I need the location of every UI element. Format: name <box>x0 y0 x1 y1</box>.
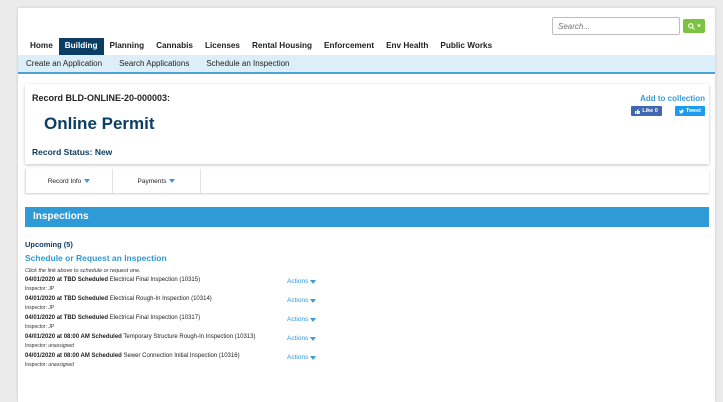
thumbs-up-icon <box>635 108 641 114</box>
caret-down-icon <box>310 336 317 341</box>
sub-nav-search-applications[interactable]: Search Applications <box>119 59 189 68</box>
list-item: 04/01/2020 at 08:00 AM Scheduled Tempora… <box>25 332 425 351</box>
actions-dropdown[interactable]: Actions <box>287 278 317 285</box>
main-nav: Home Building Planning Cannabis Licenses… <box>24 38 498 55</box>
inspector-value: JP <box>48 286 55 292</box>
inspection-when: 04/01/2020 at 08:00 AM Scheduled <box>25 353 122 359</box>
list-item: 04/01/2020 at 08:00 AM Scheduled Sewer C… <box>25 351 425 370</box>
actions-dropdown[interactable]: Actions <box>287 335 317 342</box>
sub-nav: Create an Application Search Application… <box>18 55 715 74</box>
tweet-button[interactable]: Tweet <box>674 106 705 116</box>
inspection-inspector: Inspector: unassigned <box>25 343 74 349</box>
list-item: 04/01/2020 at TBD Scheduled Electrical R… <box>25 294 425 313</box>
inspection-summary: 04/01/2020 at 08:00 AM Scheduled Sewer C… <box>25 353 240 359</box>
sub-nav-schedule-inspection[interactable]: Schedule an Inspection <box>206 59 289 68</box>
nav-rental-housing[interactable]: Rental Housing <box>246 38 318 55</box>
inspector-label: Inspector: <box>25 324 47 330</box>
caret-down-icon <box>310 355 317 360</box>
actions-label: Actions <box>287 354 309 361</box>
nav-building[interactable]: Building <box>58 38 104 55</box>
inspector-label: Inspector: <box>25 362 47 368</box>
inspection-inspector: Inspector: unassigned <box>25 362 74 368</box>
inspection-inspector: Inspector: JP <box>25 305 54 311</box>
nav-public-works[interactable]: Public Works <box>434 38 498 55</box>
schedule-inspection-link[interactable]: Schedule or Request an Inspection <box>25 253 167 263</box>
nav-enforcement[interactable]: Enforcement <box>318 38 380 55</box>
tab-payments-label: Payments <box>137 177 167 185</box>
search-bar <box>552 17 705 35</box>
inspection-desc: Electrical Final Inspection (10315) <box>109 277 201 283</box>
inspection-desc: Electrical Rough-In Inspection (10314) <box>109 296 212 302</box>
page: Home Building Planning Cannabis Licenses… <box>18 8 715 402</box>
inspection-summary: 04/01/2020 at 08:00 AM Scheduled Tempora… <box>25 334 255 340</box>
search-icon <box>687 22 695 30</box>
nav-planning[interactable]: Planning <box>104 38 151 55</box>
inspector-value: JP <box>48 305 55 311</box>
twitter-bird-icon <box>678 109 684 113</box>
record-status: Record Status: New <box>32 147 113 157</box>
sub-nav-create-application[interactable]: Create an Application <box>26 59 102 68</box>
record-header-panel: Record BLD-ONLINE-20-000003: Online Perm… <box>25 84 709 164</box>
social-buttons: Like 0 Tweet <box>631 106 705 116</box>
inspector-value: JP <box>48 324 55 330</box>
add-to-collection-link[interactable]: Add to collection <box>640 94 705 103</box>
inspections-header: Inspections <box>25 207 709 227</box>
actions-dropdown[interactable]: Actions <box>287 297 317 304</box>
tab-record-info[interactable]: Record Info <box>25 169 113 193</box>
inspection-when: 04/01/2020 at 08:00 AM Scheduled <box>25 334 122 340</box>
tweet-label: Tweet <box>685 108 701 114</box>
nav-cannabis[interactable]: Cannabis <box>150 38 199 55</box>
record-tabs: Record Info Payments <box>25 169 709 193</box>
record-id: Record BLD-ONLINE-20-000003: <box>32 93 171 103</box>
inspection-summary: 04/01/2020 at TBD Scheduled Electrical F… <box>25 277 200 283</box>
inspection-inspector: Inspector: JP <box>25 286 54 292</box>
inspector-label: Inspector: <box>25 343 47 349</box>
actions-label: Actions <box>287 278 309 285</box>
inspection-inspector: Inspector: JP <box>25 324 54 330</box>
search-button[interactable] <box>683 19 705 33</box>
inspection-desc: Sewer Connection Initial Inspection (103… <box>123 353 240 359</box>
caret-down-icon <box>310 279 317 284</box>
inspector-label: Inspector: <box>25 305 47 311</box>
nav-licenses[interactable]: Licenses <box>199 38 246 55</box>
inspection-desc: Temporary Structure Rough-In Inspection … <box>123 334 256 340</box>
upcoming-count: Upcoming (5) <box>25 240 73 249</box>
caret-down-icon <box>310 317 317 322</box>
inspection-when: 04/01/2020 at TBD Scheduled <box>25 315 109 321</box>
inspector-label: Inspector: <box>25 286 47 292</box>
inspector-value: unassigned <box>48 343 74 349</box>
facebook-like-label: Like 0 <box>642 108 658 114</box>
inspection-summary: 04/01/2020 at TBD Scheduled Electrical R… <box>25 296 212 302</box>
list-item: 04/01/2020 at TBD Scheduled Electrical F… <box>25 313 425 332</box>
inspection-desc: Electrical Final Inspection (10317) <box>109 315 201 321</box>
tab-payments[interactable]: Payments <box>113 169 201 193</box>
actions-dropdown[interactable]: Actions <box>287 316 317 323</box>
inspection-summary: 04/01/2020 at TBD Scheduled Electrical F… <box>25 315 200 321</box>
nav-env-health[interactable]: Env Health <box>380 38 434 55</box>
caret-down-icon <box>84 179 91 183</box>
actions-label: Actions <box>287 316 309 323</box>
nav-home[interactable]: Home <box>24 38 59 55</box>
actions-label: Actions <box>287 297 309 304</box>
chevron-down-icon <box>696 24 701 28</box>
inspection-when: 04/01/2020 at TBD Scheduled <box>25 296 109 302</box>
facebook-like-button[interactable]: Like 0 <box>631 106 662 116</box>
inspector-value: unassigned <box>48 362 74 368</box>
caret-down-icon <box>310 298 317 303</box>
inspection-list: 04/01/2020 at TBD Scheduled Electrical F… <box>25 275 425 370</box>
actions-label: Actions <box>287 335 309 342</box>
list-item: 04/01/2020 at TBD Scheduled Electrical F… <box>25 275 425 294</box>
caret-down-icon <box>169 179 176 183</box>
inspection-when: 04/01/2020 at TBD Scheduled <box>25 277 109 283</box>
record-title: Online Permit <box>44 114 155 133</box>
schedule-hint: Click the link above to schedule or requ… <box>25 268 141 274</box>
search-input[interactable] <box>552 17 680 35</box>
tab-record-info-label: Record Info <box>47 177 82 185</box>
actions-dropdown[interactable]: Actions <box>287 354 317 361</box>
